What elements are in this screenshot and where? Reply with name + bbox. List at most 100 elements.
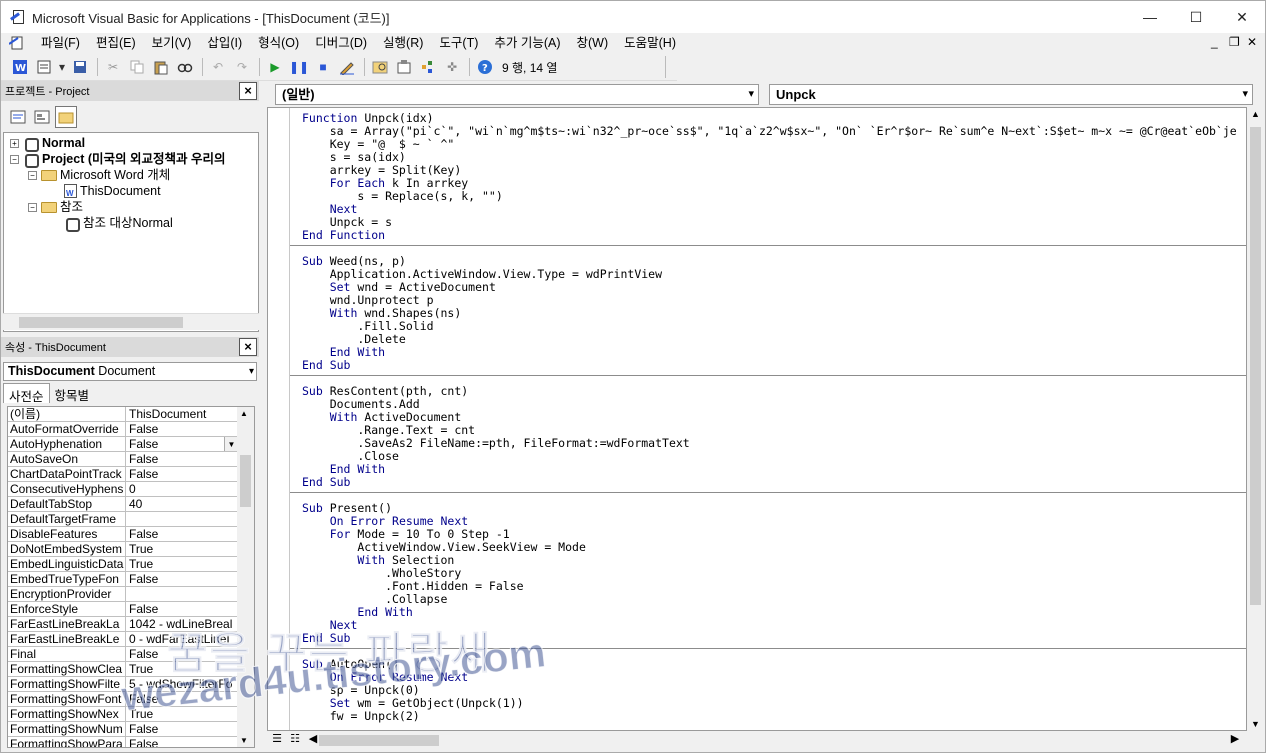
mdi-close-button[interactable]: ✕: [1247, 35, 1257, 49]
tree-node-normal[interactable]: + Normal: [10, 135, 85, 152]
code-line[interactable]: .Close: [302, 450, 1237, 463]
menu-addins[interactable]: 추가 기능(A): [486, 33, 568, 53]
full-module-view-icon[interactable]: ☷: [287, 732, 303, 748]
tree-node-this-document[interactable]: ThisDocument: [64, 183, 161, 202]
code-hscrollbar[interactable]: ☰ ☷ ◀ ▶: [267, 731, 1264, 750]
property-row[interactable]: AutoSaveOn False: [8, 452, 238, 467]
view-object-icon[interactable]: [31, 106, 53, 128]
scroll-thumb[interactable]: [240, 455, 251, 507]
scroll-up-icon[interactable]: ▲: [1251, 109, 1260, 119]
property-row[interactable]: AutoHyphenation False ▼: [8, 437, 238, 452]
code-line[interactable]: Next: [302, 203, 1237, 216]
code-line[interactable]: With wnd.Shapes(ns): [302, 307, 1237, 320]
scroll-up-icon[interactable]: ▲: [240, 409, 248, 418]
properties-panel-close-icon[interactable]: ×: [239, 338, 257, 356]
property-value[interactable]: False: [126, 572, 238, 587]
scroll-thumb[interactable]: [19, 317, 183, 328]
scroll-right-icon[interactable]: ▶: [1227, 732, 1243, 748]
procedure-combo[interactable]: Unpck ▾: [769, 84, 1253, 105]
chevron-down-icon[interactable]: ▼: [224, 437, 238, 451]
insert-userform-icon[interactable]: [33, 56, 55, 78]
redo-icon[interactable]: ↷: [231, 56, 253, 78]
property-value[interactable]: False ▼: [126, 437, 238, 452]
collapse-icon[interactable]: −: [28, 170, 37, 180]
toolbar-grip[interactable]: [665, 56, 673, 78]
menu-help[interactable]: 도움말(H): [616, 33, 684, 53]
property-row[interactable]: EnforceStyle False: [8, 602, 238, 617]
project-panel-close-icon[interactable]: ×: [239, 82, 257, 100]
minimize-button[interactable]: —: [1127, 1, 1173, 33]
property-value[interactable]: False: [126, 467, 238, 482]
object-combo[interactable]: (일반) ▾: [275, 84, 759, 105]
menu-edit[interactable]: 편집(E): [88, 33, 144, 53]
help-icon[interactable]: ?: [474, 56, 496, 78]
code-line[interactable]: End Function: [302, 229, 1237, 242]
property-value[interactable]: False: [126, 602, 238, 617]
property-row[interactable]: (이름) ThisDocument: [8, 407, 238, 422]
tree-node-word-objects[interactable]: − Microsoft Word 개체: [28, 167, 170, 183]
chevron-down-icon[interactable]: ▾: [1242, 85, 1248, 104]
procedure-view-icon[interactable]: ☰: [269, 732, 285, 748]
property-row[interactable]: DisableFeatures False: [8, 527, 238, 542]
properties-window-icon[interactable]: [393, 56, 415, 78]
property-value[interactable]: True: [126, 542, 238, 557]
code-line[interactable]: s = Replace(s, k, ""): [302, 190, 1237, 203]
property-row[interactable]: DoNotEmbedSystem True: [8, 542, 238, 557]
project-explorer-icon[interactable]: [369, 56, 391, 78]
property-value[interactable]: False: [126, 737, 238, 747]
property-value[interactable]: ThisDocument: [126, 407, 238, 422]
property-value[interactable]: 40: [126, 497, 238, 512]
toolbox-icon[interactable]: ✜: [441, 56, 463, 78]
expand-icon[interactable]: +: [10, 138, 19, 148]
paste-icon[interactable]: [150, 56, 172, 78]
scroll-thumb[interactable]: [1250, 127, 1261, 605]
close-button[interactable]: ✕: [1219, 1, 1265, 33]
code-line[interactable]: [302, 489, 1237, 502]
property-row[interactable]: ConsecutiveHyphens 0: [8, 482, 238, 497]
object-browser-icon[interactable]: [417, 56, 439, 78]
code-vscrollbar[interactable]: ▲ ▼: [1247, 107, 1264, 731]
toggle-folders-icon[interactable]: [55, 106, 77, 128]
code-line[interactable]: Set wnd = ActiveDocument: [302, 281, 1237, 294]
property-value[interactable]: False: [126, 527, 238, 542]
property-value[interactable]: False: [126, 452, 238, 467]
property-row[interactable]: EmbedLinguisticData True: [8, 557, 238, 572]
property-row[interactable]: DefaultTabStop 40: [8, 497, 238, 512]
menu-view[interactable]: 보기(V): [144, 33, 200, 53]
save-icon[interactable]: [69, 56, 91, 78]
property-value[interactable]: [126, 587, 238, 602]
reset-icon[interactable]: ■: [312, 56, 334, 78]
cut-icon[interactable]: ✂: [102, 56, 124, 78]
collapse-icon[interactable]: −: [28, 202, 37, 212]
menu-file[interactable]: 파일(F): [33, 33, 88, 53]
property-value[interactable]: True: [126, 557, 238, 572]
menu-tools[interactable]: 도구(T): [431, 33, 486, 53]
property-value[interactable]: False: [126, 722, 238, 737]
mdi-restore-button[interactable]: ❐: [1229, 35, 1240, 49]
mdi-minimize-button[interactable]: _: [1211, 35, 1218, 49]
code-line[interactable]: Unpck = s: [302, 216, 1237, 229]
design-mode-icon[interactable]: [336, 56, 358, 78]
find-icon[interactable]: [174, 56, 196, 78]
tree-node-references[interactable]: − 참조: [28, 199, 83, 215]
collapse-icon[interactable]: −: [10, 154, 19, 164]
tab-categorized[interactable]: 항목별: [50, 383, 95, 403]
tree-node-ref-normal[interactable]: 참조 대상Normal: [64, 215, 173, 232]
property-row[interactable]: EmbedTrueTypeFon False: [8, 572, 238, 587]
property-row[interactable]: ChartDataPointTrack False: [8, 467, 238, 482]
code-line[interactable]: .SaveAs2 FileName:=pth, FileFormat:=wdFo…: [302, 437, 1237, 450]
property-value[interactable]: [126, 512, 238, 527]
code-line[interactable]: End With: [302, 463, 1237, 476]
property-row[interactable]: FormattingShowPara False: [8, 737, 238, 747]
code-line[interactable]: .Fill.Solid: [302, 320, 1237, 333]
project-tree-hscrollbar[interactable]: [3, 313, 259, 330]
menu-debug[interactable]: 디버그(D): [307, 33, 375, 53]
undo-icon[interactable]: ↶: [207, 56, 229, 78]
property-row[interactable]: AutoFormatOverride False: [8, 422, 238, 437]
run-icon[interactable]: ▶: [264, 56, 286, 78]
scroll-down-icon[interactable]: ▼: [1251, 719, 1260, 729]
code-line[interactable]: .Delete: [302, 333, 1237, 346]
menu-window[interactable]: 창(W): [569, 33, 617, 53]
properties-object-select[interactable]: ThisDocument Document ▾: [3, 362, 257, 381]
code-line[interactable]: End With: [302, 346, 1237, 359]
